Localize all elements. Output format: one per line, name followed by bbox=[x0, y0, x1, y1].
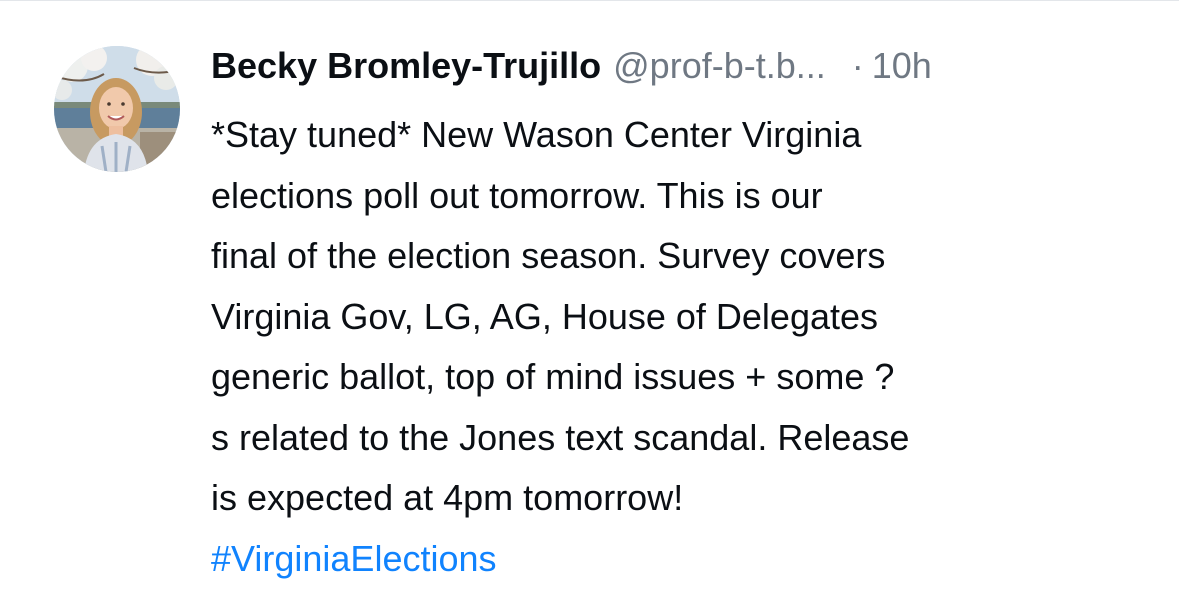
avatar-photo-icon bbox=[54, 46, 180, 172]
post-header: Becky Bromley-Trujillo @prof-b-t.b... · … bbox=[211, 45, 1151, 103]
post-text-line: final of the election season. Survey cov… bbox=[211, 235, 886, 276]
post-content: Becky Bromley-Trujillo @prof-b-t.b... · … bbox=[211, 45, 1151, 589]
post-text-line: Virginia Gov, LG, AG, House of Delegates bbox=[211, 295, 879, 337]
hashtag-link[interactable]: #VirginiaElections bbox=[211, 529, 1151, 590]
post-body: *Stay tuned* New Wason Center Virginia e… bbox=[211, 105, 1151, 589]
author-handle[interactable]: @prof-b-t.b... bbox=[613, 45, 826, 87]
post-text-line: s related to the Jones text scandal. Rel… bbox=[211, 416, 910, 458]
post-text-line: *Stay tuned* New Wason Center Virginia bbox=[211, 114, 862, 155]
post-text-line: is expected at 4pm tomorrow! bbox=[211, 477, 684, 518]
post-item[interactable]: Becky Bromley-Trujillo @prof-b-t.b... · … bbox=[0, 0, 1179, 593]
post-timestamp[interactable]: 10h bbox=[872, 45, 932, 87]
separator-dot: · bbox=[851, 45, 864, 86]
post-text-line: generic ballot, top of mind issues + som… bbox=[211, 356, 895, 397]
post-text-line: elections poll out tomorrow. This is our bbox=[211, 174, 823, 216]
author-name[interactable]: Becky Bromley-Trujillo bbox=[211, 45, 601, 87]
avatar[interactable] bbox=[54, 46, 180, 172]
